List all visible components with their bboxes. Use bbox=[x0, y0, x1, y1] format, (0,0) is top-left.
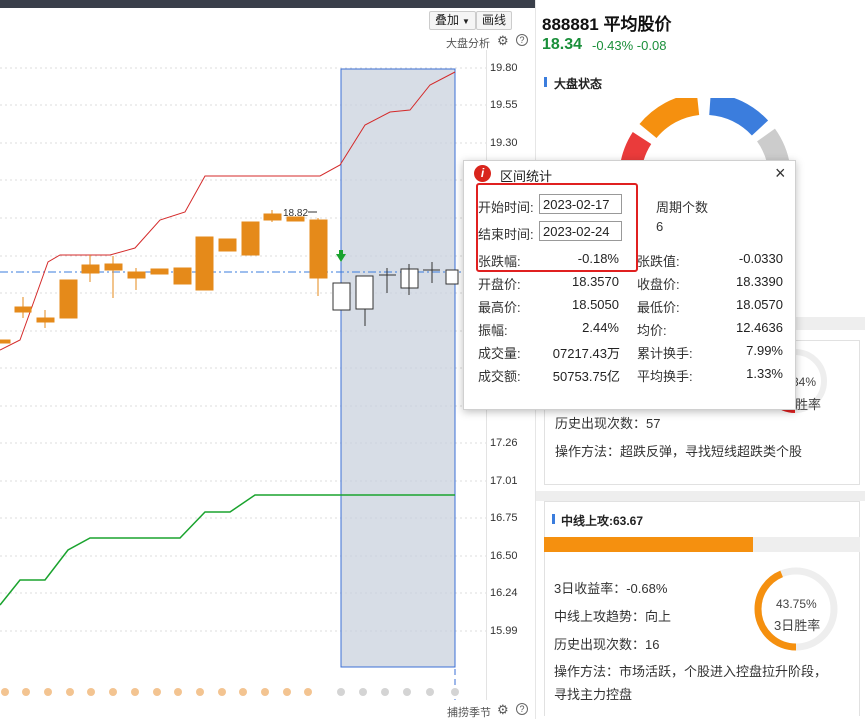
win-rate-label: 胜率 bbox=[795, 397, 822, 412]
price-tick: 16.50 bbox=[490, 550, 518, 562]
change-pct-value: -0.18% bbox=[577, 251, 619, 266]
price-tick: 16.24 bbox=[490, 587, 518, 599]
help-icon[interactable]: ? bbox=[516, 34, 528, 46]
period-count-value: 6 bbox=[656, 219, 664, 234]
period-count-label: 周期个数 bbox=[656, 200, 709, 215]
high-price-label: 最高价: bbox=[478, 300, 521, 315]
cum-turnover-value: 7.99% bbox=[746, 343, 783, 358]
win-rate-3d-value: 43.75% bbox=[776, 597, 817, 611]
amount-value: 50753.75亿 bbox=[552, 369, 620, 384]
avg-turnover-label: 平均换手: bbox=[637, 369, 693, 384]
stock-price: 18.34 bbox=[542, 36, 583, 53]
amplitude-label: 振幅: bbox=[478, 323, 508, 338]
change-value-value: -0.0330 bbox=[738, 251, 783, 266]
section-marker bbox=[552, 514, 555, 524]
cum-turnover-label: 累计换手: bbox=[637, 346, 693, 361]
price-tick: 16.75 bbox=[490, 512, 518, 524]
avg-price-label: 均价: bbox=[637, 323, 667, 338]
return-3d: 3日收益率：-0.68% bbox=[554, 581, 668, 596]
signal-progress-bar bbox=[544, 537, 860, 552]
gear-icon[interactable]: ⚙ bbox=[497, 702, 509, 718]
price-tick: 19.55 bbox=[490, 99, 518, 111]
volume-label: 成交量: bbox=[478, 346, 521, 361]
section-marker bbox=[544, 77, 547, 87]
end-time-input[interactable] bbox=[539, 221, 622, 241]
section-separator bbox=[536, 491, 865, 501]
signal-progress-fill bbox=[544, 537, 753, 552]
price-tick: 15.99 bbox=[490, 625, 518, 637]
amplitude-value: 2.44% bbox=[582, 320, 619, 335]
avg-price-value: 12.4636 bbox=[736, 320, 783, 335]
win-rate-3d-label: 3日胜率 bbox=[774, 618, 821, 633]
open-price-label: 开盘价: bbox=[478, 277, 521, 292]
change-value-label: 张跌值: bbox=[637, 254, 680, 269]
close-price-label: 收盘价: bbox=[637, 277, 680, 292]
range-stats-dialog[interactable]: i 区间统计 × 开始时间: 周期个数 6 结束时间: 张跌幅: -0.18% … bbox=[463, 160, 796, 410]
close-icon[interactable]: × bbox=[775, 163, 786, 184]
history-count: 历史出现次数：16 bbox=[554, 637, 660, 652]
history-count: 历史出现次数：57 bbox=[555, 416, 661, 431]
volume-value: 07217.43万 bbox=[552, 346, 620, 361]
operation-method-line1: 操作方法：市场活跃，个股进入控盘拉升阶段， bbox=[554, 664, 828, 679]
change-pct-label: 张跌幅: bbox=[478, 254, 521, 269]
amount-label: 成交额: bbox=[478, 369, 521, 384]
kline-chart-area[interactable]: 叠加 ▼ 画线 大盘分析 ⚙ ? 18.82 19.80 19.55 19.30… bbox=[0, 0, 535, 719]
low-price-label: 最低价: bbox=[637, 300, 680, 315]
avg-turnover-value: 1.33% bbox=[746, 366, 783, 381]
card2-title: 中线上攻:63.67 bbox=[561, 514, 644, 528]
price-tick: 19.30 bbox=[490, 137, 518, 149]
price-tick: 19.80 bbox=[490, 62, 518, 74]
stock-change: -0.43% -0.08 bbox=[592, 38, 667, 53]
kline-svg: 18.82 bbox=[0, 67, 486, 700]
market-status-title: 大盘状态 bbox=[554, 77, 603, 91]
stock-title: 888881 平均股价 bbox=[542, 15, 672, 34]
close-price-value: 18.3390 bbox=[736, 274, 783, 289]
start-time-input[interactable] bbox=[539, 194, 622, 214]
app-logo-icon: i bbox=[474, 165, 491, 182]
fishing-season-link[interactable]: 捕捞季节 bbox=[447, 704, 491, 720]
price-tick: 17.26 bbox=[490, 437, 518, 449]
price-tick: 17.01 bbox=[490, 475, 518, 487]
open-price-value: 18.3570 bbox=[572, 274, 619, 289]
high-price-value: 18.5050 bbox=[572, 297, 619, 312]
help-icon[interactable]: ? bbox=[516, 703, 528, 715]
operation-method: 操作方法：超跌反弹，寻找短线超跌类个股 bbox=[555, 444, 803, 459]
high-price-annotation: 18.82 bbox=[283, 208, 308, 219]
end-time-label: 结束时间: bbox=[478, 227, 534, 242]
gear-icon[interactable]: ⚙ bbox=[497, 33, 509, 49]
start-time-label: 开始时间: bbox=[478, 200, 534, 215]
operation-method-line2: 寻找主力控盘 bbox=[554, 687, 633, 702]
low-price-value: 18.0570 bbox=[736, 297, 783, 312]
trend: 中线上攻趋势：向上 bbox=[554, 609, 672, 624]
